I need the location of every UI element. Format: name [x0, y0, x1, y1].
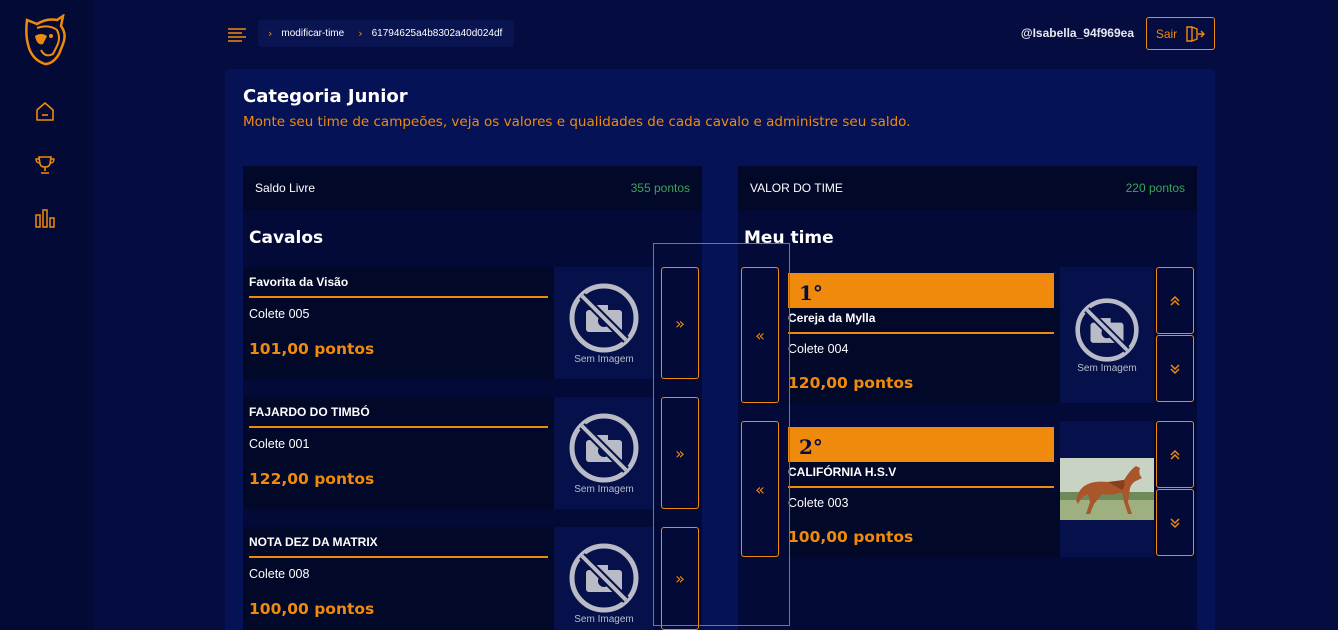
rank-number: 2° [799, 435, 823, 459]
horse-card: FAJARDO DO TIMBÓ Colete 001 122,00 ponto… [243, 397, 701, 509]
logout-icon [1186, 25, 1206, 42]
move-up-button[interactable] [1156, 421, 1194, 488]
balance-header: Saldo Livre 355 pontos [243, 166, 702, 210]
horse-points: 101,00 pontos [249, 340, 375, 358]
horse-name: Favorita da Visão [249, 275, 349, 289]
rank-badge: 1° [788, 273, 1054, 308]
username: @Isabella_94f969ea [1020, 26, 1134, 40]
horse-image: Sem Imagem [554, 527, 654, 630]
team-value-header: VALOR DO TIME 220 pontos [738, 166, 1197, 210]
page-title: Categoria Junior [243, 86, 408, 107]
horse-points: 122,00 pontos [249, 470, 375, 488]
double-chevron-up-icon [1170, 295, 1180, 306]
horses-title: Cavalos [249, 228, 324, 248]
horse-colete: Colete 001 [249, 437, 310, 451]
double-chevron-down-icon [1170, 363, 1180, 374]
team-value: 220 pontos [1125, 181, 1185, 195]
horse-image: Sem Imagem [554, 267, 654, 379]
horse-name: NOTA DEZ DA MATRIX [249, 535, 378, 549]
no-image-label: Sem Imagem [574, 613, 634, 625]
divider [249, 556, 548, 558]
rank-badge: 2° [788, 427, 1054, 462]
team-title: Meu time [744, 228, 834, 248]
no-image-label: Sem Imagem [574, 353, 634, 365]
double-chevron-right-icon: » [675, 569, 685, 588]
no-image-label: Sem Imagem [1077, 362, 1137, 374]
divider [788, 486, 1054, 488]
horse-points: 100,00 pontos [249, 600, 375, 618]
balance-value: 355 pontos [630, 181, 690, 195]
horse-image: Sem Imagem [554, 397, 654, 509]
bar-chart-icon[interactable] [33, 207, 57, 231]
double-chevron-right-icon: » [675, 313, 685, 333]
chevron-right-icon: › [358, 27, 363, 40]
breadcrumb-item: 61794625a4b8302a40d024df [371, 28, 503, 39]
team-info: Cereja da Mylla Colete 004 120,00 pontos [788, 308, 1060, 403]
chevron-right-icon: › [268, 27, 273, 40]
move-down-button[interactable] [1156, 489, 1194, 556]
horse-image: Sem Imagem [1060, 267, 1154, 403]
double-chevron-right-icon: » [675, 443, 685, 463]
move-down-button[interactable] [1156, 335, 1194, 402]
breadcrumb: › modificar-time › 61794625a4b8302a40d02… [258, 20, 515, 47]
trophy-icon[interactable] [33, 153, 57, 177]
add-to-team-button[interactable]: » [661, 527, 699, 630]
menu-icon[interactable] [227, 27, 247, 43]
horse-colete: Colete 003 [788, 496, 849, 510]
breadcrumb-item[interactable]: modificar-time [281, 28, 344, 39]
double-chevron-left-icon: « [755, 325, 765, 345]
divider [249, 426, 548, 428]
no-camera-icon [1075, 297, 1139, 362]
team-value-label: VALOR DO TIME [750, 181, 843, 195]
page-subtitle: Monte seu time de campeões, veja os valo… [243, 114, 911, 130]
horse-image [1060, 421, 1154, 557]
horse-colete: Colete 005 [249, 307, 310, 321]
horse-colete: Colete 008 [249, 567, 310, 581]
logout-button[interactable]: Sair [1146, 17, 1215, 50]
horse-info: FAJARDO DO TIMBÓ Colete 001 122,00 ponto… [243, 397, 554, 509]
divider [249, 296, 548, 298]
horse-name: Cereja da Mylla [788, 311, 876, 325]
balance-label: Saldo Livre [255, 181, 316, 195]
add-to-team-button[interactable]: » [661, 397, 699, 509]
remove-from-team-button[interactable]: « [741, 421, 779, 557]
double-chevron-down-icon [1170, 517, 1180, 528]
sidebar [0, 0, 93, 630]
add-to-team-button[interactable]: » [661, 267, 699, 379]
horse-colete: Colete 004 [788, 342, 849, 356]
horse-card: Favorita da Visão Colete 005 101,00 pont… [243, 267, 701, 379]
no-camera-icon [569, 413, 639, 482]
divider [788, 332, 1054, 334]
horse-points: 120,00 pontos [788, 374, 914, 392]
team-info: CALIFÓRNIA H.S.V Colete 003 100,00 ponto… [788, 462, 1060, 557]
no-camera-icon [569, 283, 639, 352]
no-image-label: Sem Imagem [574, 483, 634, 495]
horse-head-logo-icon[interactable] [23, 13, 69, 66]
double-chevron-left-icon: « [755, 479, 765, 499]
horse-photo [1060, 458, 1154, 520]
team-card: 2° CALIFÓRNIA H.S.V Colete 003 100,00 po… [788, 421, 1154, 557]
horse-card: NOTA DEZ DA MATRIX Colete 008 100,00 pon… [243, 527, 701, 630]
move-up-button[interactable] [1156, 267, 1194, 334]
horse-name: FAJARDO DO TIMBÓ [249, 405, 370, 419]
remove-from-team-button[interactable]: « [741, 267, 779, 403]
horse-info: NOTA DEZ DA MATRIX Colete 008 100,00 pon… [243, 527, 554, 630]
horse-name: CALIFÓRNIA H.S.V [788, 465, 897, 479]
horse-points: 100,00 pontos [788, 528, 914, 546]
double-chevron-up-icon [1170, 449, 1180, 460]
no-camera-icon [569, 543, 639, 612]
logout-label: Sair [1155, 26, 1178, 41]
team-card: 1° Cereja da Mylla Colete 004 120,00 pon… [788, 267, 1154, 403]
rank-number: 1° [799, 281, 823, 305]
horse-info: Favorita da Visão Colete 005 101,00 pont… [243, 267, 554, 379]
home-icon[interactable] [33, 100, 57, 124]
